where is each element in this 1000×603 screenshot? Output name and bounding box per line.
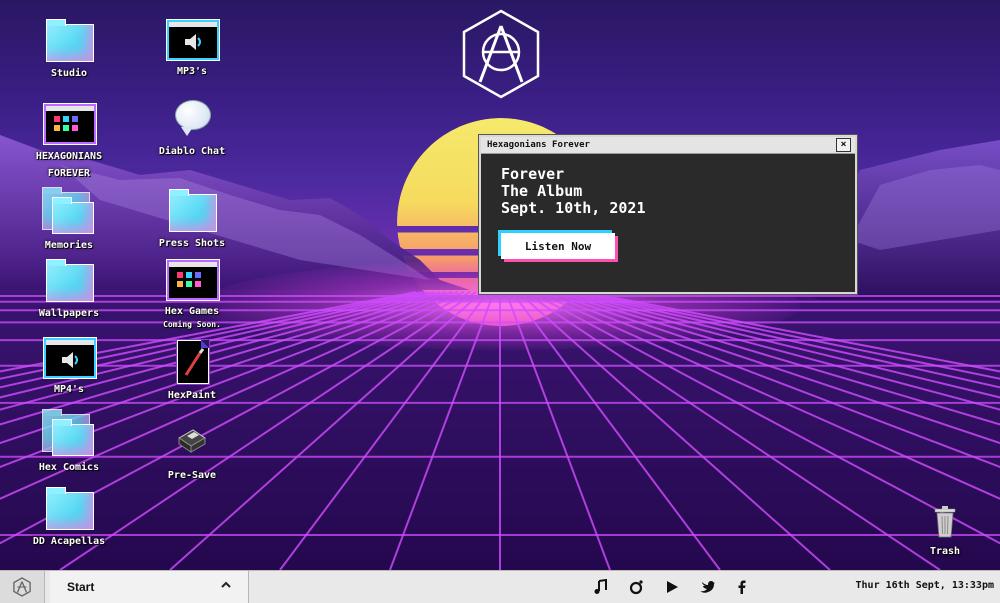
floppy-disk-icon [178,429,206,453]
desktop-icon-diablo-chat[interactable]: Diablo Chat [144,96,240,160]
desktop-icon-trash[interactable]: Trash [897,504,993,560]
window-icon [44,104,96,144]
promo-line-2: The Album [501,182,583,200]
taskbar: Start Thur 16th Sept, 13:33pm [0,570,1000,603]
window-title: Hexagonians Forever [487,140,590,150]
facebook-icon[interactable] [734,579,750,595]
start-button[interactable]: Start [50,571,249,603]
folder-icon [46,19,94,62]
instagram-icon[interactable] [628,579,644,595]
speaker-icon [167,20,219,60]
chat-bubble-icon [175,100,211,136]
folder-icon [46,259,94,302]
desktop-icon-pre-save[interactable]: Pre-Save [144,420,240,484]
desktop-icon-hexpaint[interactable]: HexPaint [144,340,240,404]
folder-icon [169,189,217,232]
hexagon-logo-icon[interactable] [460,8,542,100]
window-icon [167,260,219,300]
folder-icon [46,487,94,530]
grid-line [505,291,611,570]
folder-stack-icon [52,419,94,456]
desktop-icon-memories[interactable]: Memories [21,187,117,254]
close-button[interactable]: × [836,138,851,152]
desktop-icon-dd-acapellas[interactable]: DD Acapellas [21,486,117,550]
desktop-icon-studio[interactable]: Studio [21,18,117,82]
hexagon-logo-icon [13,577,31,597]
video-icon [44,338,96,378]
paint-document-icon [177,340,209,384]
chevron-up-icon [221,581,231,588]
folder-stack-icon [52,197,94,234]
play-icon[interactable] [664,579,680,595]
desktop-icon-mp4s[interactable]: MP4's [21,334,117,398]
desktop-icon-wallpapers[interactable]: Wallpapers [21,258,117,322]
trash-icon [934,506,956,538]
desktop: Studio HEXAGONIANS FOREVER Memories Wall… [0,0,1000,570]
desktop-icon-press-shots[interactable]: Press Shots [144,188,240,252]
grid-line [389,291,495,570]
start-label: Start [67,580,95,594]
taskbar-logo-button[interactable] [0,571,45,603]
taskbar-clock: Thur 16th Sept, 13:33pm [855,580,994,591]
window-body: Forever The Album Sept. 10th, 2021 Liste… [481,154,855,259]
desktop-icon-hex-games[interactable]: Hex Games Coming Soon. [144,256,240,330]
music-note-icon[interactable] [593,579,609,595]
grid-line [279,291,489,570]
desktop-icon-hex-comics[interactable]: Hex Comics [21,409,117,476]
close-icon: × [840,139,847,150]
grid-line [511,291,721,570]
promo-window[interactable]: Hexagonians Forever × Forever The Album … [479,135,857,294]
desktop-icon-mp3s[interactable]: MP3's [144,16,240,80]
window-titlebar[interactable]: Hexagonians Forever × [481,137,855,154]
desktop-icon-hexagonians-forever[interactable]: HEXAGONIANS FOREVER [21,100,117,182]
grid-line [59,291,477,570]
grid-line [523,291,941,570]
promo-line-3: Sept. 10th, 2021 [501,199,646,217]
listen-now-button[interactable]: Listen Now [501,233,615,259]
promo-line-1: Forever [501,165,565,183]
twitter-icon[interactable] [699,579,715,595]
